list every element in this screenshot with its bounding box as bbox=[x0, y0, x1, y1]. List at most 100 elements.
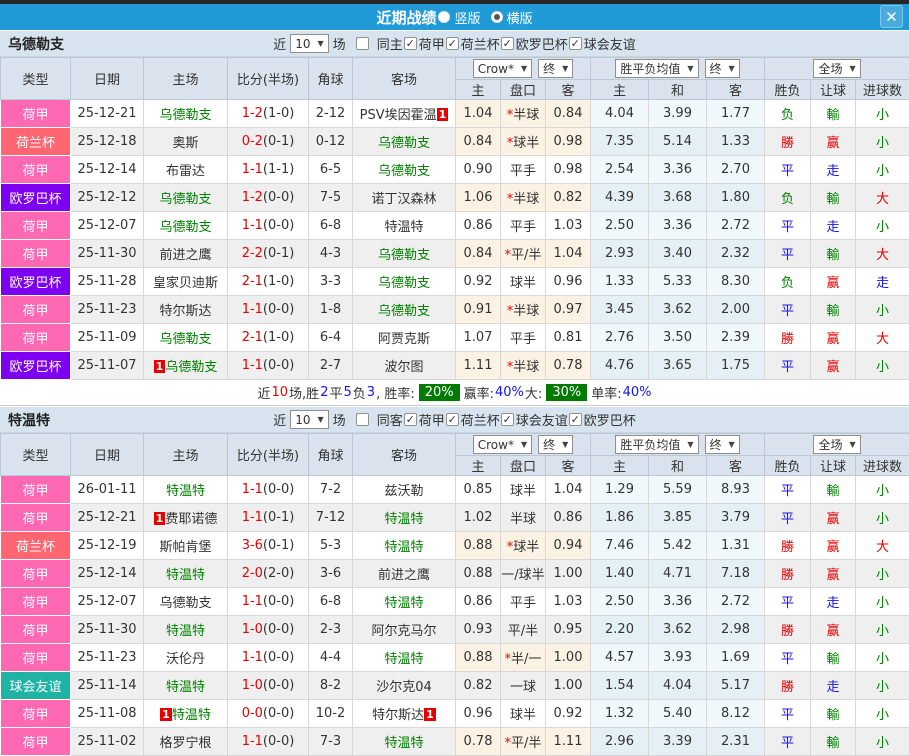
away-team[interactable]: 乌德勒支 bbox=[353, 296, 456, 324]
avg-type-select[interactable]: 胜平负均值 ▼ bbox=[615, 59, 698, 78]
avg-type-select[interactable]: 胜平负均值 ▼ bbox=[615, 435, 698, 454]
radio-icon[interactable] bbox=[438, 11, 450, 23]
away-team[interactable]: PSV埃因霍温1 bbox=[353, 100, 456, 128]
away-team[interactable]: 特温特 bbox=[353, 588, 456, 616]
home-team[interactable]: 特温特 bbox=[144, 560, 228, 588]
away-team[interactable]: 特温特 bbox=[353, 644, 456, 672]
away-team[interactable]: 特温特 bbox=[353, 728, 456, 756]
layout-radio-1[interactable]: 横版 bbox=[491, 8, 533, 27]
checkbox-checked-icon[interactable] bbox=[446, 413, 459, 426]
filter-league-checkbox[interactable]: 欧罗巴杯 bbox=[501, 34, 568, 53]
checkbox-unchecked-icon[interactable] bbox=[356, 37, 369, 50]
result-cell: 平 bbox=[765, 296, 811, 324]
close-icon[interactable]: ✕ bbox=[880, 5, 903, 28]
avg-home-odds: 2.50 bbox=[591, 212, 649, 240]
home-team[interactable]: 1乌德勒支 bbox=[144, 352, 228, 380]
avg-away-odds: 2.32 bbox=[707, 240, 765, 268]
odds-company-select[interactable]: Crow* ▼ bbox=[473, 435, 532, 454]
away-team[interactable]: 兹沃勒 bbox=[353, 476, 456, 504]
away-team[interactable]: 乌德勒支 bbox=[353, 128, 456, 156]
home-team[interactable]: 乌德勒支 bbox=[144, 324, 228, 352]
asia-away-odds: 0.98 bbox=[546, 156, 591, 184]
score-cell: 1-1(0-0) bbox=[228, 296, 309, 324]
away-team[interactable]: 诺丁汉森林 bbox=[353, 184, 456, 212]
away-team[interactable]: 波尔图 bbox=[353, 352, 456, 380]
let-result-cell: 輸 bbox=[811, 240, 856, 268]
checkbox-unchecked-icon[interactable] bbox=[356, 413, 369, 426]
home-team[interactable]: 布雷达 bbox=[144, 156, 228, 184]
home-team[interactable]: 特尔斯达 bbox=[144, 296, 228, 324]
away-team[interactable]: 乌德勒支 bbox=[353, 240, 456, 268]
summary-text: 10 bbox=[272, 385, 289, 400]
checkbox-checked-icon[interactable] bbox=[501, 37, 514, 50]
match-count-select[interactable]: 10 ▼ bbox=[290, 410, 328, 429]
avg-stage-select[interactable]: 终 ▼ bbox=[705, 59, 740, 78]
red-card-badge: 1 bbox=[160, 708, 172, 721]
fulltime-score: 1-2 bbox=[242, 190, 263, 205]
home-team[interactable]: 奥斯 bbox=[144, 128, 228, 156]
checkbox-checked-icon[interactable] bbox=[446, 37, 459, 50]
asia-home-odds: 0.90 bbox=[456, 156, 501, 184]
asia-away-odds: 1.04 bbox=[546, 476, 591, 504]
league-badge: 荷甲 bbox=[1, 504, 71, 532]
avg-stage-select[interactable]: 终 ▼ bbox=[705, 435, 740, 454]
halftime-score: (0-1) bbox=[263, 134, 294, 149]
goal-result-cell: 小 bbox=[856, 352, 909, 380]
home-team[interactable]: 特温特 bbox=[144, 616, 228, 644]
home-team[interactable]: 乌德勒支 bbox=[144, 100, 228, 128]
filter-league-checkbox[interactable]: 荷甲 bbox=[404, 410, 445, 429]
away-team[interactable]: 乌德勒支 bbox=[353, 268, 456, 296]
period-select[interactable]: 全场 ▼ bbox=[813, 59, 860, 78]
match-row: 荷甲 25-12-07 乌德勒支 1-1(0-0) 6-8 特温特 0.86 平… bbox=[1, 212, 909, 240]
filter-same-checkbox[interactable]: 同客 bbox=[356, 410, 403, 429]
matches-tbody: 荷甲 26-01-11 特温特 1-1(0-0) 7-2 兹沃勒 0.85 球半… bbox=[1, 476, 909, 756]
odds-company-select[interactable]: Crow* ▼ bbox=[473, 59, 532, 78]
away-team[interactable]: 乌德勒支 bbox=[353, 156, 456, 184]
home-team[interactable]: 沃伦丹 bbox=[144, 644, 228, 672]
away-team[interactable]: 特温特 bbox=[353, 532, 456, 560]
filter-same-checkbox[interactable]: 同主 bbox=[356, 34, 403, 53]
filter-league-checkbox[interactable]: 球会友谊 bbox=[501, 410, 568, 429]
radio-icon[interactable] bbox=[491, 11, 503, 23]
odds-stage-select[interactable]: 终 ▼ bbox=[538, 59, 573, 78]
home-team[interactable]: 前进之鹰 bbox=[144, 240, 228, 268]
away-team[interactable]: 阿尔克马尔 bbox=[353, 616, 456, 644]
home-team[interactable]: 乌德勒支 bbox=[144, 588, 228, 616]
home-team[interactable]: 1费耶诺德 bbox=[144, 504, 228, 532]
home-team[interactable]: 1特温特 bbox=[144, 700, 228, 728]
checkbox-checked-icon[interactable] bbox=[569, 37, 582, 50]
filter-league-checkbox[interactable]: 欧罗巴杯 bbox=[569, 410, 636, 429]
home-team[interactable]: 乌德勒支 bbox=[144, 184, 228, 212]
checkbox-checked-icon[interactable] bbox=[404, 37, 417, 50]
home-team[interactable]: 乌德勒支 bbox=[144, 212, 228, 240]
goal-result-cell: 小 bbox=[856, 100, 909, 128]
period-select[interactable]: 全场 ▼ bbox=[813, 435, 860, 454]
home-team[interactable]: 特温特 bbox=[144, 672, 228, 700]
odds-stage-select[interactable]: 终 ▼ bbox=[538, 435, 573, 454]
layout-radio-0[interactable]: 竖版 bbox=[438, 8, 480, 27]
filter-league-checkbox[interactable]: 荷兰杯 bbox=[446, 34, 500, 53]
home-team[interactable]: 皇家贝迪斯 bbox=[144, 268, 228, 296]
home-team[interactable]: 特温特 bbox=[144, 476, 228, 504]
corner-score: 7-2 bbox=[309, 476, 353, 504]
away-team[interactable]: 特温特 bbox=[353, 504, 456, 532]
match-date: 25-11-09 bbox=[71, 324, 144, 352]
checkbox-checked-icon[interactable] bbox=[569, 413, 582, 426]
col-home: 主场 bbox=[144, 434, 228, 476]
result-group-header: 全场 ▼ bbox=[765, 434, 909, 456]
away-team[interactable]: 阿贾克斯 bbox=[353, 324, 456, 352]
home-team[interactable]: 格罗宁根 bbox=[144, 728, 228, 756]
checkbox-checked-icon[interactable] bbox=[404, 413, 417, 426]
away-team[interactable]: 特尔斯达1 bbox=[353, 700, 456, 728]
away-team[interactable]: 沙尔克04 bbox=[353, 672, 456, 700]
filter-league-checkbox[interactable]: 球会友谊 bbox=[569, 34, 636, 53]
filter-league-checkbox[interactable]: 荷兰杯 bbox=[446, 410, 500, 429]
chevron-down-icon: ▼ bbox=[729, 64, 735, 73]
checkbox-checked-icon[interactable] bbox=[501, 413, 514, 426]
handicap-value: 平/半 bbox=[508, 624, 538, 639]
away-team[interactable]: 前进之鹰 bbox=[353, 560, 456, 588]
home-team[interactable]: 斯帕肯堡 bbox=[144, 532, 228, 560]
filter-league-checkbox[interactable]: 荷甲 bbox=[404, 34, 445, 53]
away-team[interactable]: 特温特 bbox=[353, 212, 456, 240]
match-count-select[interactable]: 10 ▼ bbox=[290, 34, 328, 53]
